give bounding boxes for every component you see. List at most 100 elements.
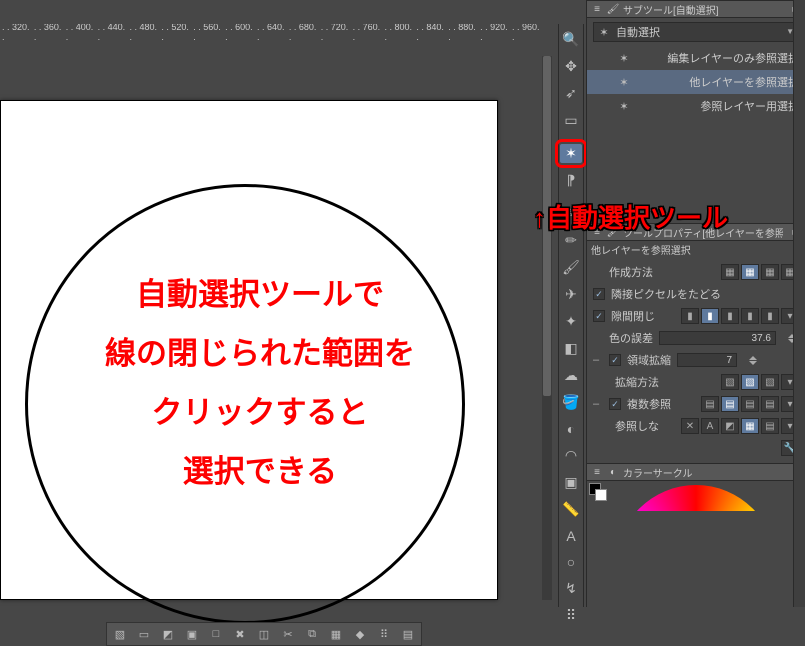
mode-new-icon[interactable]: ▦ xyxy=(721,264,739,280)
tolerance-value: 37.6 xyxy=(752,333,771,344)
subtool-item-label: 編集レイヤーのみ参照選択 xyxy=(667,50,799,66)
dust-icon[interactable]: ⠿ xyxy=(560,606,582,625)
close-gap-checkbox[interactable]: ✓ xyxy=(593,310,605,322)
toolprop-subtitle: 他レイヤーを参照選択 xyxy=(587,241,805,257)
ruler-tick: . . 920. . xyxy=(478,24,510,40)
panel-menu-icon[interactable]: ≡ xyxy=(591,466,603,478)
eraser-icon[interactable]: ◧ xyxy=(560,339,582,358)
ruler-tick: . . 560. . xyxy=(191,24,223,40)
color-swatch[interactable] xyxy=(589,483,607,501)
scale-m2-icon[interactable]: ▧ xyxy=(741,374,759,390)
sparkle-icon: ✶ xyxy=(617,75,631,89)
subtool-item[interactable]: ✶参照レイヤー用選択 xyxy=(587,94,805,118)
tolerance-slider[interactable]: 37.6 xyxy=(659,331,776,345)
operation-icon[interactable]: ➶ xyxy=(560,84,582,103)
horizontal-ruler: . . 320. .. . 360. .. . 400. .. . 440. .… xyxy=(0,24,542,40)
magnifier-icon[interactable]: 🔍 xyxy=(560,30,582,49)
vertical-scrollbar[interactable] xyxy=(542,56,552,600)
ro-2-icon[interactable]: A xyxy=(701,418,719,434)
area-scale-stepper[interactable] xyxy=(746,353,760,367)
ruler-tick: . . 320. . xyxy=(0,24,32,40)
multi-ref-checkbox[interactable]: ✓ xyxy=(609,398,621,410)
marquee-icon[interactable]: ▭ xyxy=(560,111,582,130)
balloon-icon[interactable]: ○ xyxy=(560,553,582,571)
fill-icon[interactable]: 🪣 xyxy=(560,393,582,412)
collapse-icon[interactable]: – xyxy=(593,398,603,410)
mode-sub-icon[interactable]: ▦ xyxy=(761,264,779,280)
ro-3-icon[interactable]: ◩ xyxy=(721,418,739,434)
auto-select-icon[interactable]: ✶ xyxy=(560,144,582,163)
deselect-icon[interactable]: ▧ xyxy=(111,625,129,643)
scroll-thumb[interactable] xyxy=(543,56,551,396)
move-icon[interactable]: ✥ xyxy=(560,57,582,76)
airbrush-icon[interactable]: ✈ xyxy=(560,285,582,304)
mode-add-icon[interactable]: ▦ xyxy=(741,264,759,280)
ruler-tick: . . 760. . xyxy=(351,24,383,40)
figure-icon[interactable]: ◠ xyxy=(560,446,582,465)
ro-1-icon[interactable]: ✕ xyxy=(681,418,699,434)
gradient-icon[interactable]: ◐ xyxy=(560,420,582,438)
copy-icon[interactable]: ⧉ xyxy=(303,625,321,643)
ref-3-icon[interactable]: ▤ xyxy=(741,396,759,412)
adjacent-checkbox[interactable]: ✓ xyxy=(593,288,605,300)
pencil-icon[interactable]: ✏ xyxy=(560,231,582,250)
cut-icon[interactable]: ✂ xyxy=(279,625,297,643)
text-icon[interactable]: A xyxy=(560,527,582,545)
fill-selection-icon[interactable]: ⠿ xyxy=(375,625,393,643)
frame-icon[interactable]: ▣ xyxy=(560,473,582,492)
shrink-icon[interactable]: □ xyxy=(207,625,225,643)
scale-m1-icon[interactable]: ▧ xyxy=(721,374,739,390)
color-circle[interactable] xyxy=(587,481,805,511)
panel-menu-icon[interactable]: ≡ xyxy=(591,3,603,15)
area-scale-label: 領域拡縮 xyxy=(627,352,671,368)
gap-3-icon[interactable]: ▮ xyxy=(721,308,739,324)
area-scale-checkbox[interactable]: ✓ xyxy=(609,354,621,366)
color-panel-header: ≡ ◐ カラーサークル xyxy=(587,463,805,481)
collapse-icon[interactable]: – xyxy=(593,354,603,366)
palette-icon: ◐ xyxy=(607,466,619,478)
ruler-tick: . . 480. . xyxy=(128,24,160,40)
paste-icon[interactable]: ▦ xyxy=(327,625,345,643)
ro-5-icon[interactable]: ▤ xyxy=(761,418,779,434)
ref-off-row: 参照しな ✕ A ◩ ▦ ▤ ▾ xyxy=(593,415,799,437)
clear-outside-icon[interactable]: ◫ xyxy=(255,625,273,643)
ruler-icon[interactable]: 📏 xyxy=(560,500,582,519)
sparkle-icon: ✶ xyxy=(617,99,631,113)
ruler-tick: . . 400. . xyxy=(64,24,96,40)
dock-tab-strip[interactable] xyxy=(793,0,805,607)
pen-icon[interactable]: ✎ xyxy=(560,204,582,223)
eyedropper-icon[interactable]: ⁋ xyxy=(560,171,582,190)
panel-menu-icon[interactable]: ≡ xyxy=(591,226,603,238)
brush-icon[interactable]: 🖌 xyxy=(560,258,582,277)
blend-icon[interactable]: ☁ xyxy=(560,366,582,385)
ruler-tick: . . 440. . xyxy=(96,24,128,40)
ro-4-icon[interactable]: ▦ xyxy=(741,418,759,434)
ref-4-icon[interactable]: ▤ xyxy=(761,396,779,412)
area-scale-slider[interactable]: 7 xyxy=(677,353,737,367)
ref-1-icon[interactable]: ▤ xyxy=(701,396,719,412)
ruler-tick: . . 600. . xyxy=(223,24,255,40)
correct-icon[interactable]: ↯ xyxy=(560,579,582,598)
select-rect-icon[interactable]: ▭ xyxy=(135,625,153,643)
scale-icon[interactable]: ◆ xyxy=(351,625,369,643)
subtool-group-dropdown[interactable]: ✶ 自動選択 xyxy=(593,22,799,42)
subtool-item[interactable]: ✶他レイヤーを参照選択 xyxy=(587,70,805,94)
gap-5-icon[interactable]: ▮ xyxy=(761,308,779,324)
create-method-row: 作成方法 ▦ ▦ ▦ ▦ xyxy=(593,261,799,283)
gap-1-icon[interactable]: ▮ xyxy=(681,308,699,324)
expand-icon[interactable]: ▣ xyxy=(183,625,201,643)
ruler-tick: . . 640. . xyxy=(255,24,287,40)
new-layer-icon[interactable]: ▤ xyxy=(399,625,417,643)
clear-icon[interactable]: ✖ xyxy=(231,625,249,643)
gap-4-icon[interactable]: ▮ xyxy=(741,308,759,324)
subtool-panel-title: サブツール[自動選択] xyxy=(623,2,719,17)
decoration-icon[interactable]: ✦ xyxy=(560,312,582,331)
gap-2-icon[interactable]: ▮ xyxy=(701,308,719,324)
subtool-group-label: 自動選択 xyxy=(616,24,660,40)
scale-m3-icon[interactable]: ▧ xyxy=(761,374,779,390)
toolprop-subtitle-text: 他レイヤーを参照選択 xyxy=(591,242,691,257)
ruler-tick: . . 880. . xyxy=(446,24,478,40)
subtool-item[interactable]: ✶編集レイヤーのみ参照選択 xyxy=(587,46,805,70)
ref-2-icon[interactable]: ▤ xyxy=(721,396,739,412)
invert-icon[interactable]: ◩ xyxy=(159,625,177,643)
